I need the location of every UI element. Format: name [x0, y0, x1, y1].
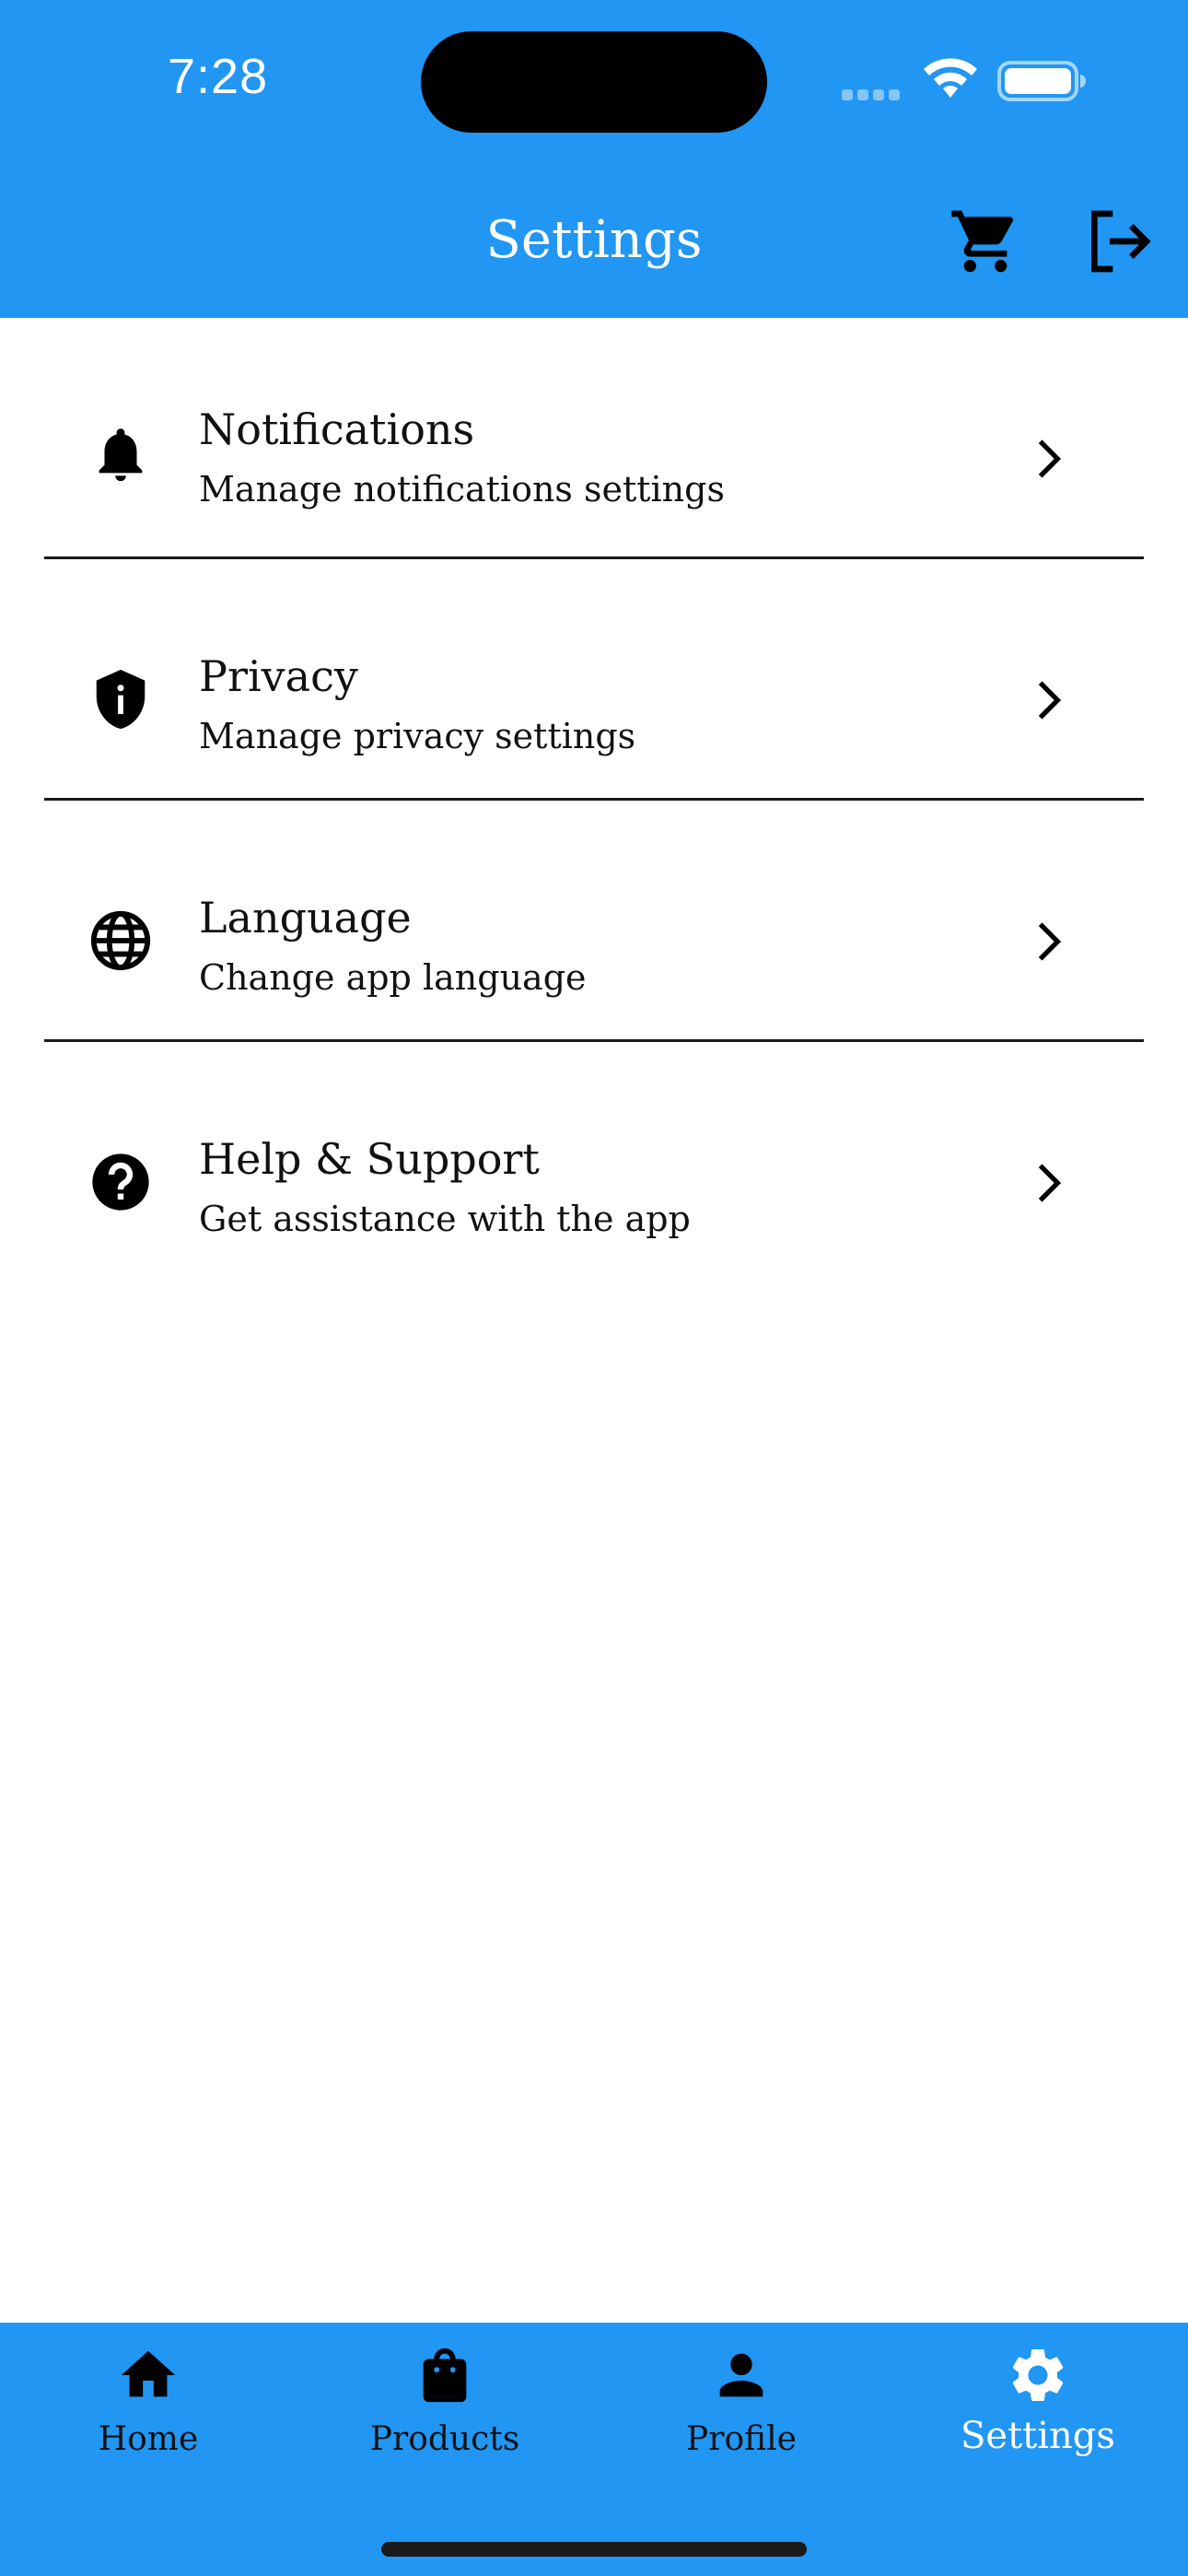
- settings-item-title: Help & Support: [199, 1134, 540, 1184]
- chevron-right-icon: [1038, 1164, 1062, 1202]
- settings-item-notifications[interactable]: Notifications Manage notifications setti…: [44, 318, 1144, 559]
- settings-item-title: Language: [199, 893, 412, 943]
- nav-label: Profile: [686, 2420, 797, 2458]
- bell-icon: [99, 428, 143, 482]
- nav-label: Products: [369, 2420, 520, 2458]
- signal-dots-icon: [842, 87, 906, 100]
- chevron-right-icon: [1038, 439, 1062, 478]
- settings-item-privacy[interactable]: Privacy Manage privacy settings: [44, 559, 1144, 801]
- chevron-right-icon: [1038, 922, 1062, 961]
- help-icon: [92, 1153, 149, 1211]
- person-icon: [719, 2353, 763, 2397]
- settings-item-help-support[interactable]: Help & Support Get assistance with the a…: [44, 1042, 1144, 1283]
- settings-item-subtitle: Manage privacy settings: [199, 716, 636, 756]
- settings-item-subtitle: Manage notifications settings: [199, 469, 725, 509]
- nav-item-products[interactable]: Products: [297, 2323, 593, 2498]
- shopping-bag-icon: [423, 2348, 467, 2403]
- shield-info-icon: [96, 669, 146, 730]
- nav-label: Home: [98, 2420, 199, 2458]
- settings-list: Notifications Manage notifications setti…: [44, 318, 1144, 1283]
- wifi-icon: [924, 58, 977, 98]
- bottom-nav: Home Products Profile Settings: [0, 2323, 1188, 2576]
- nav-label: Settings: [961, 2415, 1115, 2457]
- nav-item-profile[interactable]: Profile: [593, 2323, 890, 2498]
- status-bar: 7:28: [0, 0, 1188, 164]
- settings-item-language[interactable]: Language Change app language: [44, 801, 1144, 1042]
- settings-item-title: Notifications: [199, 404, 475, 454]
- nav-item-settings[interactable]: Settings: [890, 2323, 1186, 2498]
- app-bar: Settings: [0, 164, 1188, 318]
- battery-icon: [997, 61, 1086, 101]
- nav-item-home[interactable]: Home: [0, 2323, 297, 2498]
- logout-icon[interactable]: [1082, 205, 1156, 278]
- status-time: 7:28: [168, 49, 269, 104]
- settings-item-subtitle: Get assistance with the app: [199, 1199, 691, 1239]
- settings-item-subtitle: Change app language: [199, 957, 587, 998]
- home-icon: [121, 2350, 176, 2397]
- settings-item-title: Privacy: [199, 651, 358, 701]
- globe-icon: [90, 910, 151, 971]
- dynamic-island: [421, 31, 767, 133]
- gear-icon: [1012, 2349, 1064, 2401]
- chevron-right-icon: [1038, 681, 1062, 720]
- cart-icon[interactable]: [949, 205, 1022, 278]
- home-indicator[interactable]: [381, 2542, 807, 2557]
